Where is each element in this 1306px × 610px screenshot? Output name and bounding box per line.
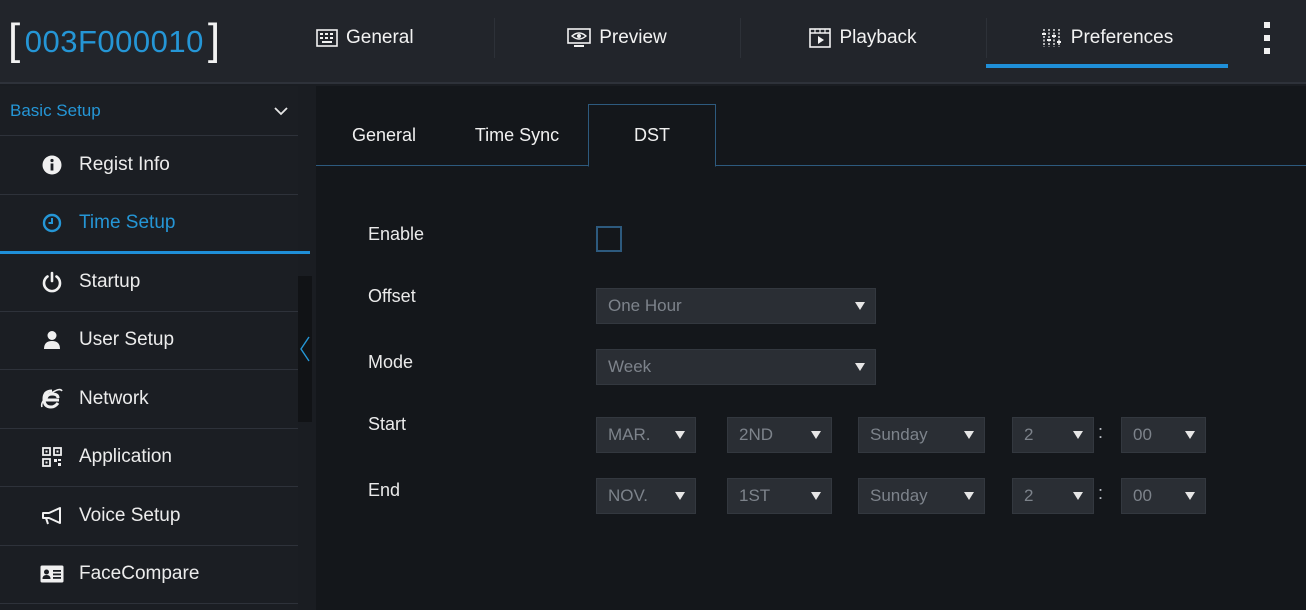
nav-tab-preferences[interactable]: Preferences (986, 14, 1228, 68)
clock-icon (40, 211, 64, 235)
tab-time-sync[interactable]: Time Sync (458, 104, 576, 166)
megaphone-icon (40, 504, 64, 528)
sidebar-item-voice-setup[interactable]: Voice Setup (0, 487, 298, 546)
start-minute-select[interactable]: 00 (1121, 417, 1206, 453)
sidebar-item-network[interactable]: Network (0, 370, 298, 429)
info-icon (40, 153, 64, 177)
sidebar-collapse-handle[interactable] (298, 276, 312, 422)
nav-tab-preview[interactable]: Preview (494, 14, 740, 62)
keyboard-icon (316, 29, 338, 47)
power-icon (40, 270, 64, 294)
start-day-value: Sunday (870, 425, 928, 444)
start-month-select[interactable]: MAR. (596, 417, 696, 453)
sidebar-item-label: Voice Setup (79, 504, 181, 526)
end-minute-value: 00 (1133, 486, 1152, 505)
sidebar-item-label: User Setup (79, 329, 175, 351)
dropdown-arrow-icon (1073, 431, 1083, 439)
main-panel: General Time Sync DST Enable Offset One … (316, 86, 1306, 610)
nav-tab-playback-label: Playback (839, 27, 917, 48)
nav-tab-preferences-label: Preferences (1070, 27, 1174, 48)
chevron-down-icon (274, 106, 288, 115)
kebab-menu-icon[interactable] (1257, 20, 1277, 56)
nav-tab-preview-label: Preview (599, 27, 667, 48)
end-week-value: 1ST (739, 486, 771, 505)
tab-general[interactable]: General (324, 104, 444, 166)
end-month-value: NOV. (608, 486, 649, 505)
enable-label: Enable (368, 224, 425, 244)
sidebar-item-regist-info[interactable]: Regist Info (0, 136, 298, 195)
start-month-value: MAR. (608, 425, 651, 444)
end-time-separator: : (1098, 483, 1104, 503)
sidebar-item-user-setup[interactable]: User Setup (0, 312, 298, 370)
sidebar-item-time-setup[interactable]: Time Setup (0, 195, 310, 254)
start-week-value: 2ND (739, 425, 774, 444)
sliders-icon (1041, 29, 1061, 47)
end-day-select[interactable]: Sunday (858, 478, 985, 514)
nav-tab-playback[interactable]: Playback (740, 14, 986, 62)
start-week-select[interactable]: 2ND (727, 417, 832, 453)
sidebar-item-label: Network (79, 387, 149, 409)
device-id: 003F000010 (24, 24, 204, 59)
dropdown-arrow-icon (811, 492, 821, 500)
nav-tab-general[interactable]: General (316, 14, 436, 62)
chevron-left-icon (300, 336, 310, 362)
dropdown-arrow-icon (855, 302, 865, 310)
sidebar-item-startup[interactable]: Startup (0, 253, 298, 312)
nav-tab-general-label: General (346, 27, 414, 48)
end-week-select[interactable]: 1ST (727, 478, 832, 514)
sidebar-section-title: Basic Setup (10, 100, 101, 120)
mode-value: Week (608, 357, 652, 376)
end-minute-select[interactable]: 00 (1121, 478, 1206, 514)
start-minute-value: 00 (1133, 425, 1152, 444)
bracket-open: [ (8, 15, 21, 64)
dropdown-arrow-icon (855, 363, 865, 371)
end-hour-select[interactable]: 2 (1012, 478, 1094, 514)
tab-dst[interactable]: DST (588, 104, 716, 167)
qr-code-icon (40, 445, 64, 469)
start-day-select[interactable]: Sunday (858, 417, 985, 453)
mode-select[interactable]: Week (596, 349, 876, 385)
device-id-label: [ 003F000010 ] (8, 14, 221, 70)
dropdown-arrow-icon (811, 431, 821, 439)
end-label: End (368, 480, 401, 500)
end-hour-value: 2 (1024, 486, 1034, 505)
dropdown-arrow-icon (964, 431, 974, 439)
sidebar-item-label: Application (79, 446, 172, 468)
start-time-separator: : (1098, 422, 1104, 442)
sidebar-item-label: FaceCompare (79, 563, 200, 585)
sidebar-item-facecompare[interactable]: FaceCompare (0, 546, 298, 604)
start-hour-select[interactable]: 2 (1012, 417, 1094, 453)
monitor-eye-icon (567, 28, 592, 47)
sidebar-item-application[interactable]: Application (0, 429, 298, 487)
offset-value: One Hour (608, 296, 682, 315)
user-icon (40, 328, 64, 352)
sidebar-item-label: Startup (79, 270, 141, 292)
sidebar: Basic Setup Regist Info Time Setup Start… (0, 86, 310, 610)
sidebar-item-label: Time Setup (79, 212, 176, 234)
dropdown-arrow-icon (1073, 492, 1083, 500)
internet-explorer-icon (40, 387, 64, 411)
dropdown-arrow-icon (675, 492, 685, 500)
start-hour-value: 2 (1024, 425, 1034, 444)
dropdown-arrow-icon (675, 431, 685, 439)
end-day-value: Sunday (870, 486, 928, 505)
start-label: Start (368, 414, 407, 434)
sub-tab-bar: General Time Sync DST (316, 86, 1306, 167)
bracket-close: ] (207, 15, 221, 64)
dropdown-arrow-icon (964, 492, 974, 500)
end-month-select[interactable]: NOV. (596, 478, 696, 514)
sidebar-section-basic-setup[interactable]: Basic Setup (0, 86, 298, 136)
film-play-icon (809, 28, 832, 48)
dropdown-arrow-icon (1185, 431, 1195, 439)
offset-select[interactable]: One Hour (596, 288, 876, 324)
top-bar: [ 003F000010 ] General Preview Playback … (0, 0, 1306, 84)
mode-label: Mode (368, 352, 414, 372)
id-card-icon (40, 562, 64, 586)
offset-label: Offset (368, 286, 416, 306)
sidebar-item-label: Regist Info (79, 153, 170, 175)
dropdown-arrow-icon (1185, 492, 1195, 500)
enable-checkbox[interactable] (596, 226, 622, 252)
